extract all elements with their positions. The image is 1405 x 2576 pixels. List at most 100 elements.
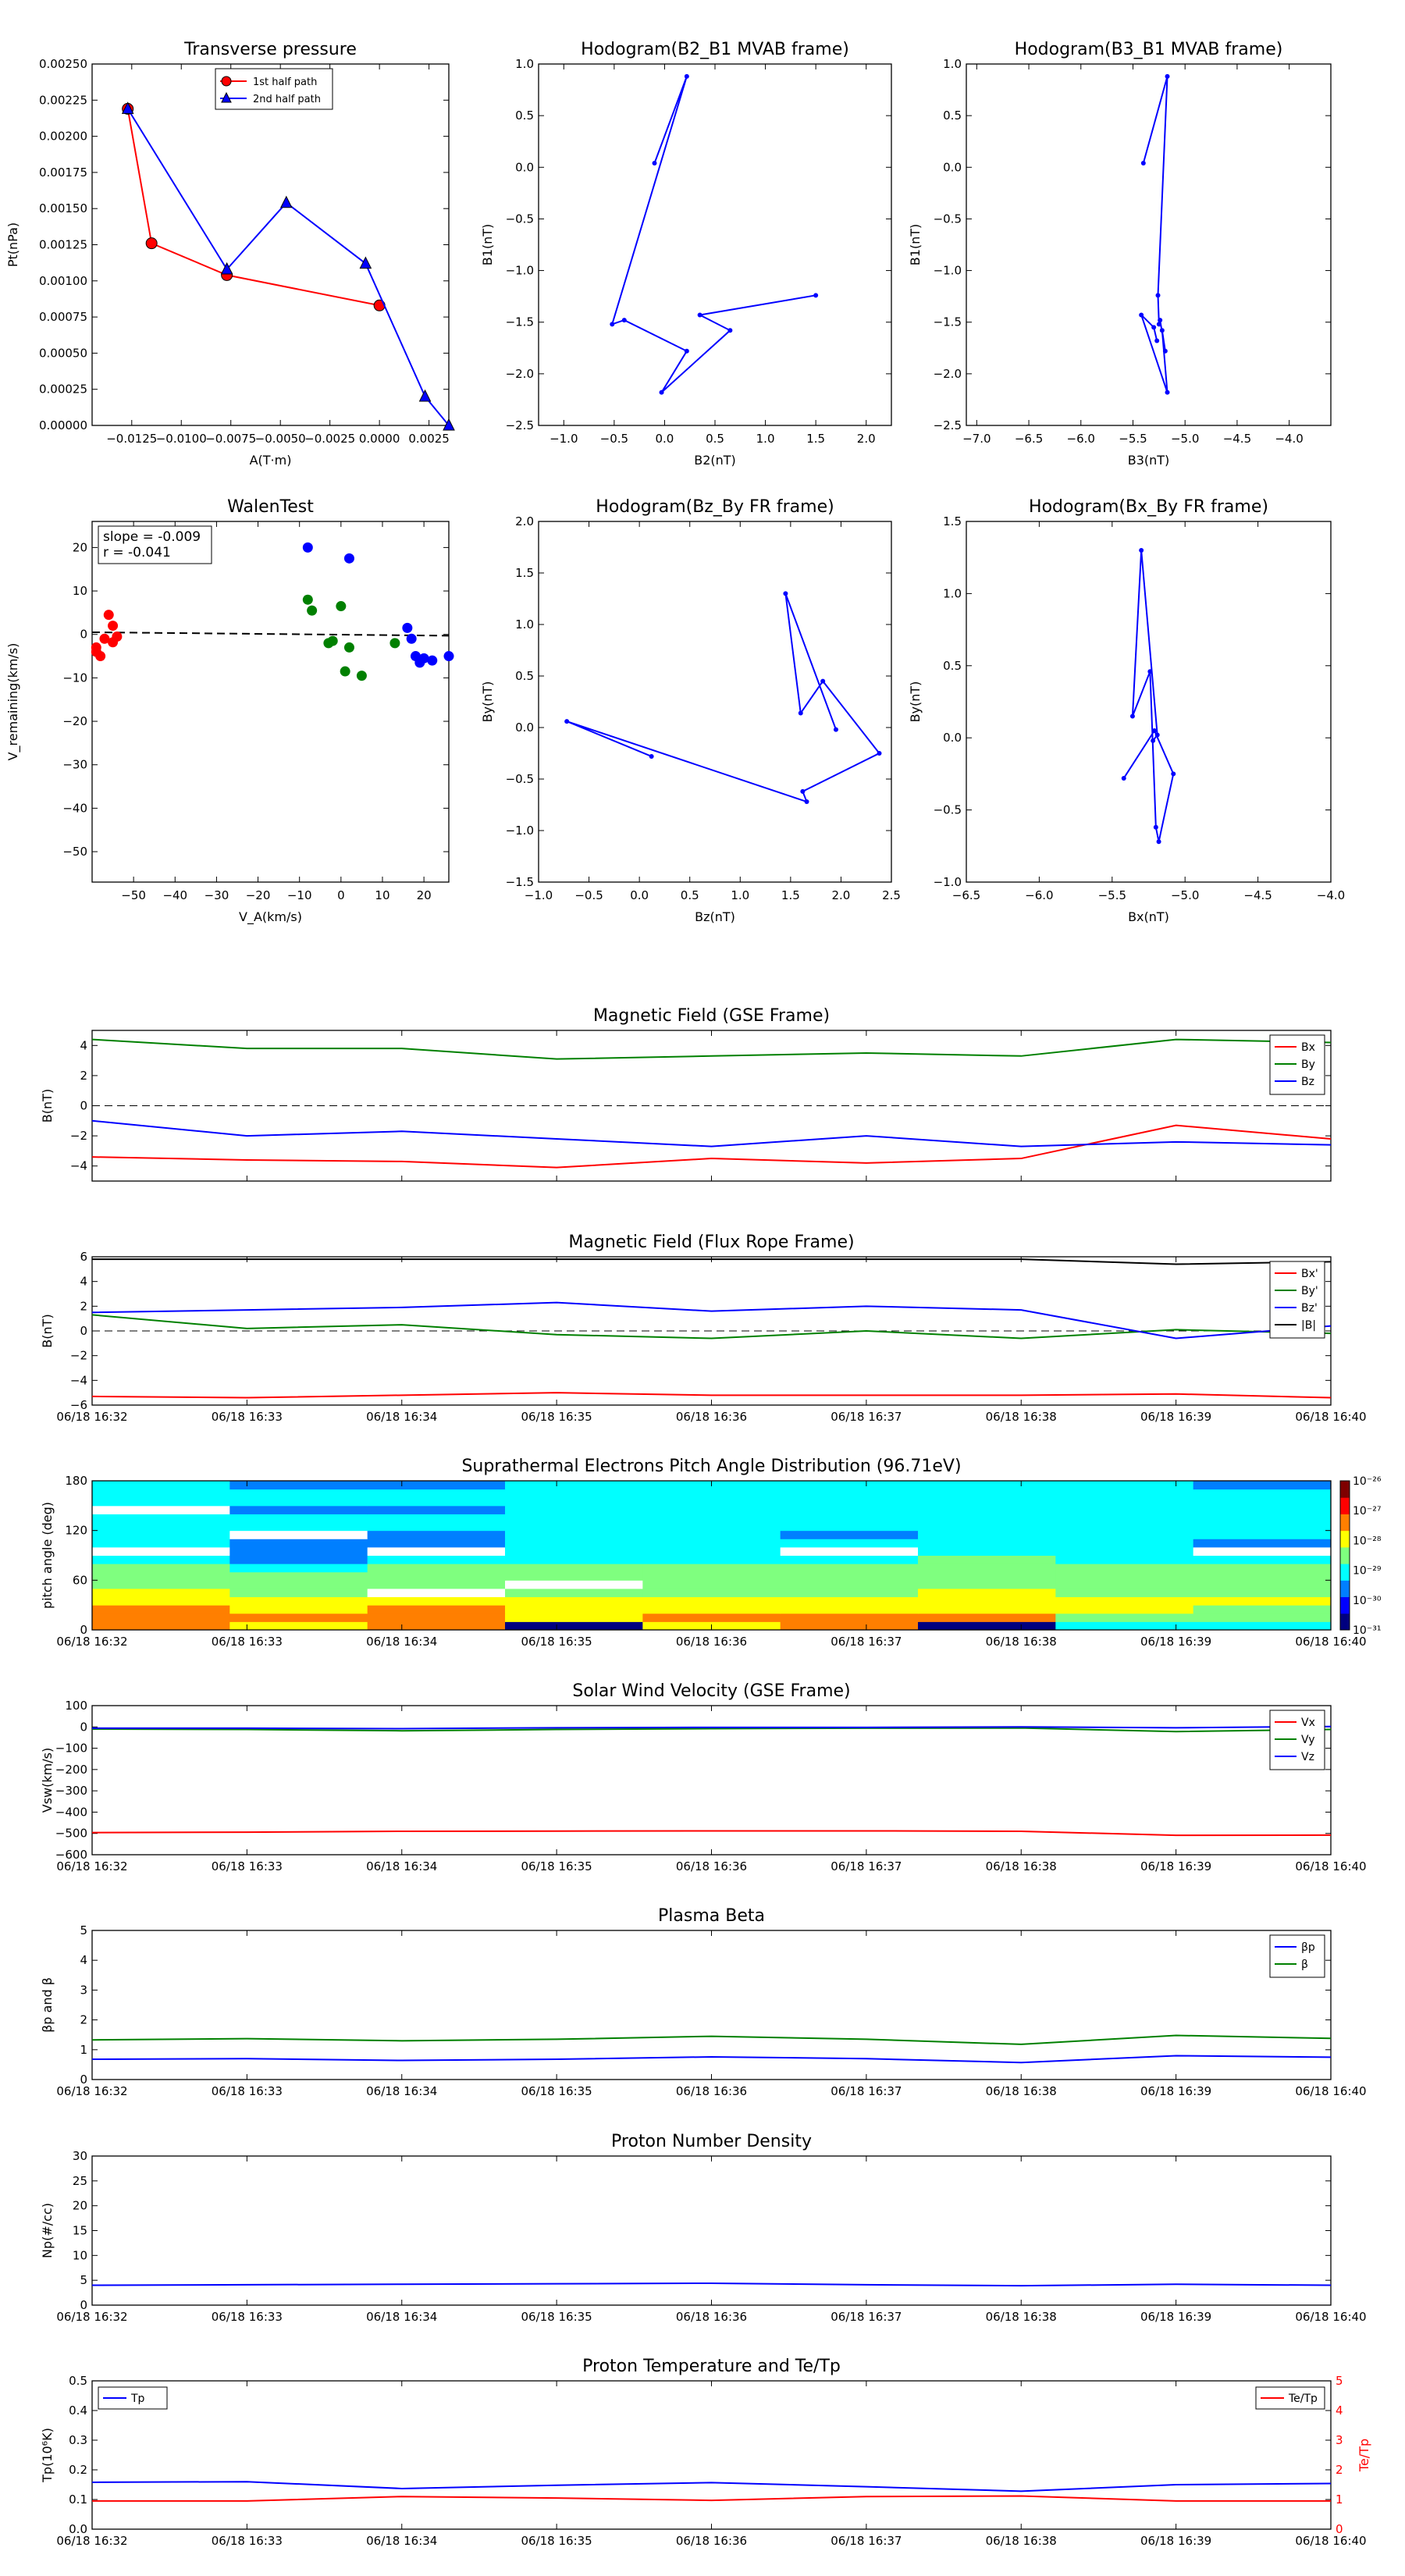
heatmap-cell [92, 1621, 230, 1631]
y-tick-label: 0.5 [943, 109, 962, 123]
x-tick-label: 06/18 16:32 [56, 2534, 127, 2548]
x-tick-label: −0.0125 [106, 432, 157, 446]
heatmap-cell [229, 1571, 368, 1581]
x-tick-label: 06/18 16:35 [521, 2310, 592, 2324]
heatmap-cell [780, 1596, 919, 1606]
series-line [91, 1038, 1332, 1060]
x-tick-label: −0.5 [600, 432, 628, 446]
data-point [1153, 824, 1158, 830]
y-tick-label: −100 [55, 1742, 87, 1756]
y-tick-label: −1.0 [506, 264, 534, 278]
x-tick-label: 06/18 16:33 [212, 2310, 283, 2324]
y-axis-label: B1(nT) [908, 224, 923, 266]
x-tick-label: 1.5 [806, 432, 825, 446]
legend-label: Vz [1301, 1751, 1314, 1763]
x-tick-label: −20 [246, 888, 271, 902]
x-tick-label: 06/18 16:38 [986, 2310, 1057, 2324]
heatmap-cell [642, 1596, 781, 1606]
y-tick-label: 0 [80, 1099, 87, 1113]
data-point [1121, 775, 1126, 781]
x-tick-label: −7.0 [962, 432, 991, 446]
heatmap-cell [918, 1546, 1056, 1556]
heatmap-cell [1193, 1621, 1332, 1631]
series-line [1140, 76, 1168, 393]
x-tick-label: 06/18 16:35 [521, 1859, 592, 1873]
x-tick-label: 06/18 16:40 [1295, 1859, 1366, 1873]
y-tick-label: −4 [70, 1373, 87, 1387]
x-axis-label: B3(nT) [1128, 453, 1170, 468]
data-point [103, 610, 114, 621]
y-tick-label: 3 [80, 1983, 87, 1997]
colorbar-label: 10⁻²⁷ [1353, 1505, 1381, 1517]
x-tick-label: −6.0 [1067, 432, 1095, 446]
plot-frame [91, 2380, 1332, 2530]
heatmap-cell [505, 1481, 643, 1490]
x-tick-label: 06/18 16:33 [212, 2534, 283, 2548]
series-line [91, 2034, 1332, 2045]
y-tick-label: 4 [80, 1953, 87, 1967]
y-tick-label: −1.5 [506, 875, 534, 889]
x-tick-label: 06/18 16:33 [212, 1859, 283, 1873]
heatmap-cell [92, 1539, 230, 1548]
series-line [91, 1119, 1332, 1147]
heatmap-cell [1055, 1497, 1194, 1507]
y2-tick-label: 3 [1336, 2433, 1343, 2447]
heatmap-cell [1055, 1580, 1194, 1589]
heatmap-cell [780, 1555, 919, 1564]
heatmap-cell [367, 1497, 506, 1507]
y-tick-label: 0.00100 [39, 274, 87, 288]
x-tick-label: −0.0100 [156, 432, 207, 446]
x-tick-label: −0.0075 [205, 432, 256, 446]
heatmap-cell [642, 1505, 781, 1514]
x-tick-label: 06/18 16:37 [831, 1635, 902, 1649]
x-tick-label: 06/18 16:33 [212, 2084, 283, 2098]
y-tick-label: −10 [62, 671, 87, 685]
chart-t2: Magnetic Field (Flux Rope Frame)−6−4−202… [40, 1233, 1367, 1424]
legend-label: 1st half path [253, 76, 317, 88]
data-point [610, 322, 615, 327]
heatmap-cell [642, 1580, 781, 1589]
x-tick-label: 0.0000 [359, 432, 400, 446]
x-tick-label: −40 [162, 888, 187, 902]
y-tick-label: 5 [80, 2273, 87, 2287]
data-point [280, 195, 293, 208]
heatmap-cell [92, 1571, 230, 1581]
y-axis-label: B(nT) [40, 1089, 55, 1123]
x-tick-label: 06/18 16:37 [831, 2534, 902, 2548]
colorbar-segment [1340, 1546, 1350, 1564]
plot-frame [91, 521, 450, 883]
y-tick-label: −2.5 [506, 418, 534, 432]
y-tick-label: 0.4 [69, 2403, 87, 2418]
data-point [336, 601, 347, 612]
plot-frame [966, 521, 1332, 883]
heatmap-cell [780, 1497, 919, 1507]
data-point [1162, 348, 1168, 354]
heatmap-cell [229, 1505, 368, 1514]
y-tick-label: 0.00075 [39, 310, 87, 324]
colorbar-segment [1340, 1530, 1350, 1548]
x-tick-label: 06/18 16:39 [1140, 2084, 1211, 2098]
y-axis-label: Vsw(km/s) [40, 1748, 55, 1813]
x-tick-label: −1.0 [550, 432, 578, 446]
x-tick-label: 0.0 [630, 888, 649, 902]
heatmap-cell [918, 1564, 1056, 1573]
x-tick-label: 2.0 [857, 432, 876, 446]
heatmap-cell [505, 1530, 643, 1539]
y-tick-label: −1.0 [506, 824, 534, 838]
legend-marker [221, 76, 232, 87]
chart-t4: Solar Wind Velocity (GSE Frame)−600−500−… [40, 1681, 1367, 1873]
plot-frame [91, 63, 450, 426]
heatmap-cell [229, 1588, 368, 1598]
heatmap-cell [229, 1497, 368, 1507]
y-tick-label: −1.0 [934, 264, 962, 278]
heatmap-cell [1055, 1605, 1194, 1614]
heatmap-cell [1193, 1481, 1332, 1490]
chart-t1: Magnetic Field (GSE Frame) −4 −2 0 2 4 B(nT) Bx… [40, 1006, 1332, 1182]
heatmap-cell [92, 1505, 230, 1514]
data-point [1165, 73, 1170, 79]
heatmap-cell [1193, 1555, 1332, 1564]
x-tick-label: 0.5 [706, 432, 724, 446]
y-tick-label: −50 [62, 845, 87, 859]
heatmap-cell [642, 1522, 781, 1532]
y-tick-label: 6 [80, 1250, 87, 1264]
